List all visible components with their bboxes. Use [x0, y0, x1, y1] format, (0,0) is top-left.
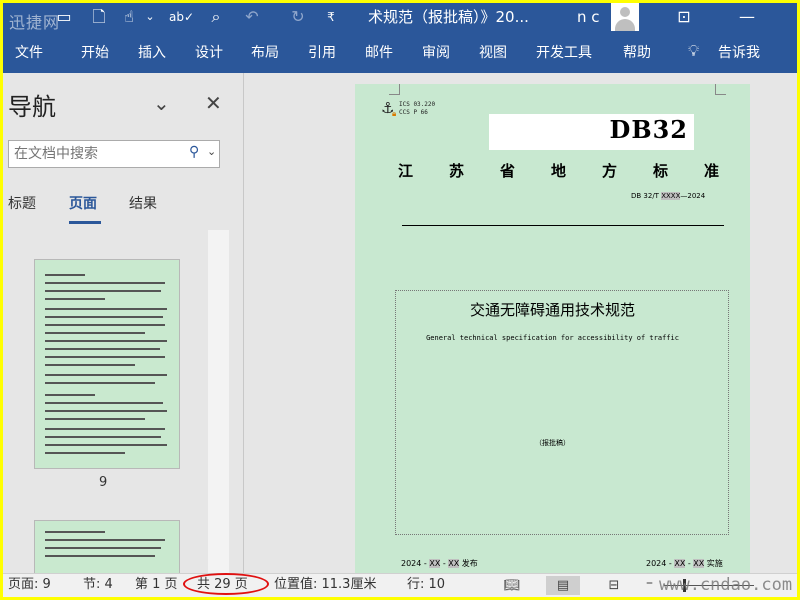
- title-frame: [395, 290, 729, 535]
- tab-layout[interactable]: 布局: [251, 43, 279, 63]
- tab-design[interactable]: 设计: [195, 43, 223, 63]
- tab-mailings[interactable]: 邮件: [365, 43, 393, 63]
- customize-qat-icon[interactable]: ₹: [324, 6, 338, 28]
- nav-scrollbar-thumb[interactable]: [208, 230, 229, 575]
- province-char: 方: [602, 162, 618, 180]
- implementation-date: 2024 - XX - XX 实施: [646, 558, 723, 569]
- document-title: 交通无障碍通用技术规范: [469, 301, 635, 319]
- status-page-of[interactable]: 第 1 页: [135, 577, 178, 593]
- issue-month: XX: [429, 559, 441, 568]
- status-section[interactable]: 节: 4: [83, 577, 113, 593]
- search-input[interactable]: [14, 144, 184, 164]
- ics-code: ICS 03.220 CCS P 66: [399, 101, 435, 117]
- tab-insert[interactable]: 插入: [138, 43, 166, 63]
- tab-pages[interactable]: 页面: [69, 193, 97, 213]
- page-thumbnail[interactable]: [34, 520, 180, 580]
- user-name[interactable]: n c: [577, 6, 600, 28]
- status-bar: 页面: 9 节: 4 第 1 页 共 29 页 位置值: 11.3厘米 行: 1…: [3, 573, 797, 597]
- issue-suffix: 发布: [459, 559, 478, 568]
- lock-icon: 🔒︎: [392, 109, 397, 118]
- issue-date: 2024 - XX - XX 发布: [401, 558, 478, 569]
- nav-pane-title: 导航: [8, 93, 56, 121]
- crop-mark: [715, 84, 726, 95]
- active-tab-indicator: [69, 221, 101, 224]
- read-mode-icon[interactable]: 📖︎: [495, 576, 529, 595]
- touch-mode-icon[interactable]: ☝: [119, 6, 139, 28]
- tab-headings[interactable]: 标题: [8, 193, 36, 213]
- english-title: General technical specification for acce…: [426, 334, 679, 342]
- title-bar: 迅捷网 ▭ 🗋 ☝ ⌄ ab✓ ⌕ ↶ ↻ ₹ 术规范（报批稿）》20... n…: [3, 3, 797, 33]
- tab-file[interactable]: 文件: [15, 43, 43, 63]
- search-icon[interactable]: ⚲: [189, 144, 199, 160]
- header-rule: [402, 225, 724, 226]
- db-label: DB32: [609, 115, 688, 144]
- impl-day: XX: [693, 559, 705, 568]
- word-window: 迅捷网 ▭ 🗋 ☝ ⌄ ab✓ ⌕ ↶ ↻ ₹ 术规范（报批稿）》20... n…: [3, 3, 797, 597]
- navigation-pane: 导航 ⌄ ✕ ⚲ ⌄ 标题 页面 结果: [3, 73, 243, 580]
- ribbon-tabs: 文件 开始 插入 设计 布局 引用 邮件 审阅 视图 开发工具 帮助 💡︎ 告诉…: [3, 33, 797, 73]
- tab-help[interactable]: 帮助: [623, 43, 651, 63]
- tab-results[interactable]: 结果: [129, 193, 157, 213]
- tab-developer[interactable]: 开发工具: [536, 43, 592, 63]
- avatar-body-icon: [615, 19, 635, 31]
- minimize-icon[interactable]: —: [736, 6, 758, 28]
- impl-suffix: 实施: [704, 559, 723, 568]
- print-preview-icon[interactable]: ⌕: [206, 6, 226, 28]
- zoom-out-icon[interactable]: –: [646, 575, 653, 591]
- tab-view[interactable]: 视图: [479, 43, 507, 63]
- document-area[interactable]: ⚓︎ 🔒︎ ICS 03.220 CCS P 66 DB32 江 苏 省 地 方…: [244, 73, 797, 573]
- std-year: —2024: [680, 192, 706, 200]
- impl-month: XX: [674, 559, 686, 568]
- status-line[interactable]: 行: 10: [407, 577, 445, 593]
- undo-icon[interactable]: ↶: [241, 6, 263, 28]
- nav-scrollbar[interactable]: [208, 230, 229, 575]
- save-icon[interactable]: ▭: [53, 6, 75, 28]
- std-prefix: DB 32/T: [631, 192, 662, 200]
- avatar[interactable]: [611, 3, 639, 31]
- province-char: 标: [653, 162, 669, 180]
- document-page[interactable]: ⚓︎ 🔒︎ ICS 03.220 CCS P 66 DB32 江 苏 省 地 方…: [355, 84, 750, 573]
- std-placeholder: XXXX: [661, 192, 681, 200]
- search-options-chevron-icon[interactable]: ⌄: [207, 145, 216, 158]
- status-page[interactable]: 页面: 9: [8, 577, 51, 593]
- db-label-box: DB32: [489, 114, 694, 150]
- impl-year: 2024 -: [646, 559, 675, 568]
- province-char: 省: [500, 162, 516, 180]
- thumbnail-page-number: 9: [99, 475, 108, 490]
- chevron-down-icon[interactable]: ⌄: [143, 6, 157, 28]
- tab-review[interactable]: 审阅: [422, 43, 450, 63]
- window-title: 术规范（报批稿）》20...: [368, 8, 529, 26]
- province-char: 江: [398, 162, 414, 180]
- web-layout-icon[interactable]: ⊟: [597, 576, 631, 595]
- lightbulb-icon[interactable]: 💡︎: [688, 41, 699, 61]
- issue-day: XX: [448, 559, 460, 568]
- cndao-watermark: www.cndao.com: [659, 575, 793, 595]
- draft-label: （报批稿）: [535, 439, 570, 447]
- province-char: 准: [704, 162, 720, 180]
- redo-icon[interactable]: ↻: [287, 6, 309, 28]
- ribbon-display-icon[interactable]: ⊡: [673, 6, 695, 28]
- ics-line: ICS 03.220: [399, 101, 436, 108]
- spell-check-icon[interactable]: ab✓: [169, 6, 194, 28]
- province-char: 苏: [449, 162, 465, 180]
- issue-year: 2024 -: [401, 559, 430, 568]
- ccs-line: CCS P 66: [399, 109, 428, 116]
- search-box[interactable]: ⚲ ⌄: [8, 140, 220, 168]
- nav-options-chevron-icon[interactable]: ⌄: [153, 93, 170, 113]
- avatar-head-icon: [620, 7, 630, 17]
- status-position[interactable]: 位置值: 11.3厘米: [274, 577, 376, 593]
- tab-home[interactable]: 开始: [81, 43, 109, 63]
- standard-number: DB 32/T XXXX—2024: [631, 192, 705, 200]
- tell-me[interactable]: 告诉我: [718, 43, 760, 63]
- print-layout-icon[interactable]: ▤: [546, 576, 580, 595]
- close-icon[interactable]: ✕: [205, 93, 222, 113]
- tab-references[interactable]: 引用: [308, 43, 336, 63]
- new-doc-icon[interactable]: 🗋: [89, 6, 109, 28]
- page-thumbnail[interactable]: [34, 259, 180, 469]
- province-char: 地: [551, 162, 567, 180]
- highlight-circle: [183, 573, 269, 595]
- crop-mark: [389, 84, 400, 95]
